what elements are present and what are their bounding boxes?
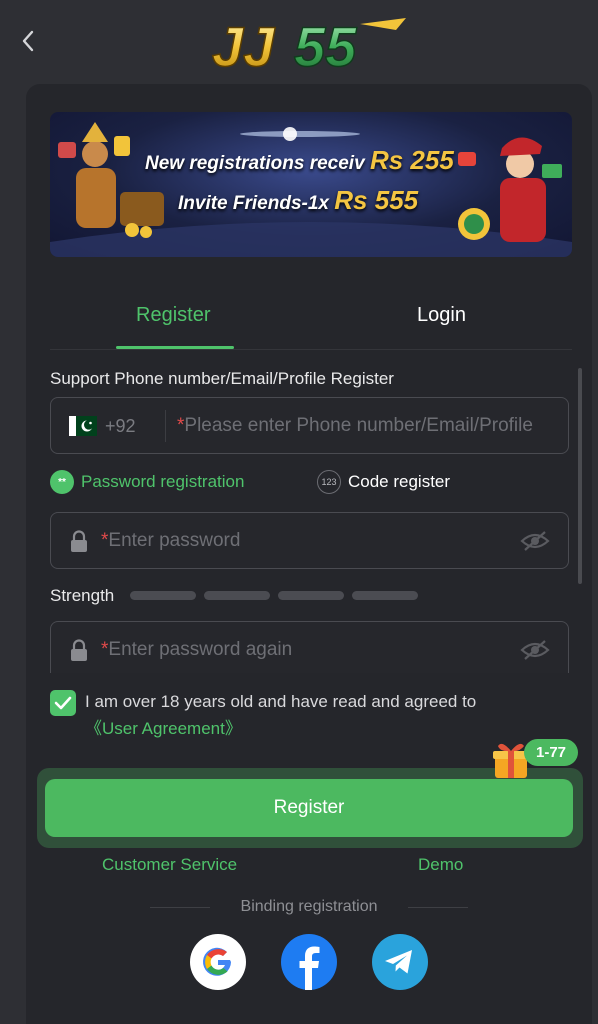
gift-badge[interactable]: 1-77 — [524, 739, 578, 766]
agreement-text: I am over 18 years old and have read and… — [85, 692, 477, 711]
facebook-login-button[interactable] — [281, 934, 337, 990]
support-label: Support Phone number/Email/Profile Regis… — [50, 369, 394, 388]
banner-amount-1: Rs 255 — [369, 145, 454, 175]
telegram-icon — [385, 950, 412, 974]
google-login-button[interactable] — [190, 934, 246, 990]
jj55-logo: JJ 55 — [211, 14, 406, 74]
country-code[interactable]: +92 — [105, 416, 136, 437]
country-code-divider — [165, 410, 166, 442]
password-placeholder: *Enter password — [101, 530, 241, 551]
strength-label: Strength — [50, 586, 115, 605]
password-strength: Strength — [50, 584, 570, 606]
back-button[interactable] — [14, 26, 42, 56]
banner-amount-2: Rs 555 — [334, 185, 419, 215]
tab-register[interactable]: Register — [136, 304, 210, 327]
pakistan-flag-icon — [69, 416, 97, 436]
lock-icon — [71, 530, 87, 552]
code-register-option[interactable]: 123 Code register — [317, 470, 450, 494]
strength-bar-3 — [278, 591, 344, 600]
svg-text:55: 55 — [294, 15, 357, 74]
lock-icon — [71, 639, 87, 661]
banner-line-1: New registrations receiv Rs 255 — [145, 145, 454, 175]
phone-email-field[interactable]: +92 *Please enter Phone number/Email/Pro… — [50, 397, 569, 454]
active-tab-indicator — [116, 346, 234, 349]
confirm-password-field[interactable]: *Enter password again — [50, 621, 569, 673]
check-icon — [54, 696, 72, 710]
password-registration-label: Password registration — [81, 472, 245, 491]
banner-line-2: Invite Friends-1x Rs 555 — [178, 185, 419, 215]
password-mode-icon: ** — [50, 470, 74, 494]
customer-service-link[interactable]: Customer Service — [102, 855, 237, 875]
strength-bar-1 — [130, 591, 196, 600]
password-field[interactable]: *Enter password — [50, 512, 569, 569]
tab-login[interactable]: Login — [417, 304, 466, 327]
divider-right — [408, 907, 468, 908]
register-button[interactable]: Register — [45, 779, 573, 837]
facebook-icon — [299, 946, 320, 990]
code-mode-icon: 123 — [317, 470, 341, 494]
confirm-password-placeholder: *Enter password again — [101, 639, 293, 660]
strength-bar-4 — [352, 591, 418, 600]
agreement-row: I am over 18 years old and have read and… — [50, 690, 570, 740]
registration-mode-options: ** Password registration 123 Code regist… — [50, 470, 569, 498]
user-agreement-link[interactable]: 《User Agreement》 — [85, 714, 242, 739]
password-registration-option[interactable]: ** Password registration — [50, 470, 244, 494]
form-scrollbar[interactable] — [578, 368, 582, 584]
telegram-login-button[interactable] — [372, 934, 428, 990]
strength-bar-2 — [204, 591, 270, 600]
chevron-left-icon — [22, 30, 34, 52]
top-bar: JJ 55 — [0, 0, 598, 84]
svg-text:JJ: JJ — [212, 15, 276, 74]
phone-input-placeholder: *Please enter Phone number/Email/Profile — [177, 415, 533, 436]
google-icon — [203, 947, 231, 976]
binding-registration: Binding registration — [150, 896, 468, 918]
code-register-label: Code register — [348, 472, 451, 491]
demo-link[interactable]: Demo — [418, 855, 463, 875]
agree-checkbox[interactable] — [50, 690, 76, 716]
eye-off-icon[interactable] — [520, 530, 550, 552]
eye-off-icon[interactable] — [520, 639, 550, 661]
auth-tabs: Register Login — [50, 292, 572, 350]
promo-banner[interactable]: New registrations receiv Rs 255 Invite F… — [50, 112, 572, 257]
